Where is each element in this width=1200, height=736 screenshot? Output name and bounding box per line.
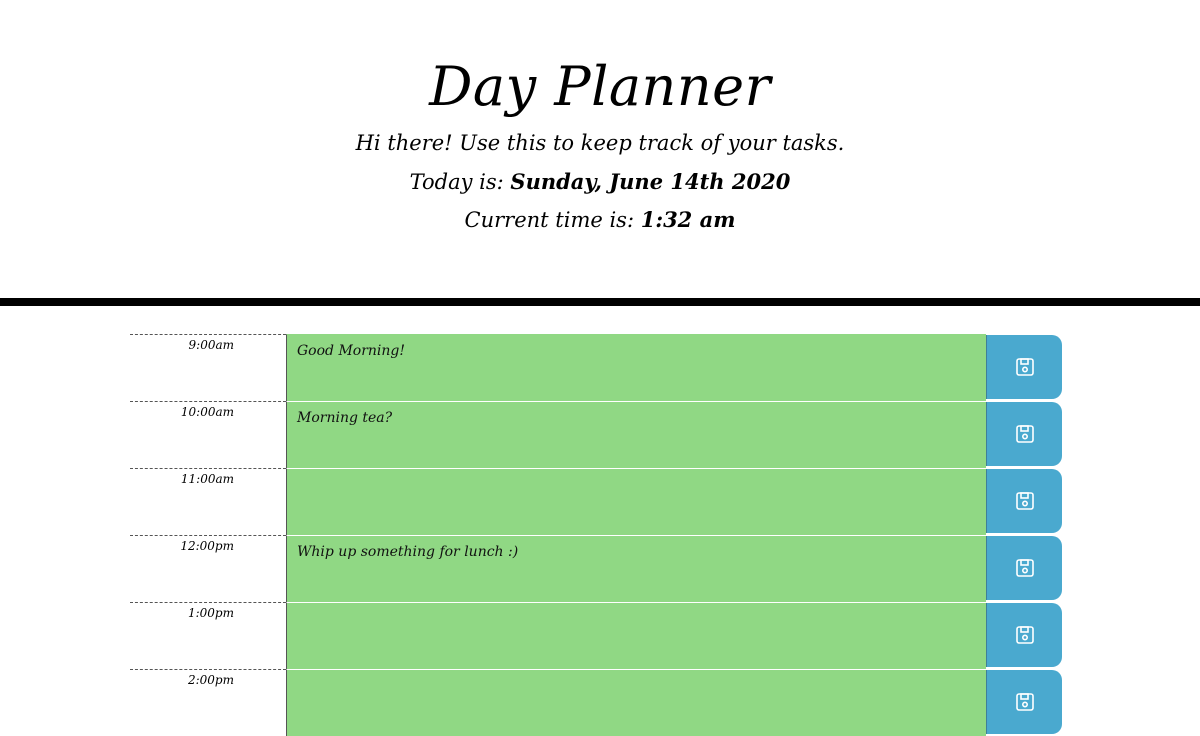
- save-button[interactable]: [986, 536, 1062, 600]
- save-button[interactable]: [986, 603, 1062, 667]
- hour-label: 2:00pm: [130, 669, 286, 735]
- hour-label: 1:00pm: [130, 602, 286, 668]
- save-button[interactable]: [986, 469, 1062, 533]
- planner: 9:00am Good Morning! 10:00am Morning tea…: [130, 334, 1062, 736]
- time-block-row: 2:00pm: [130, 669, 1062, 736]
- floppy-disk-icon: [1015, 492, 1034, 510]
- task-input[interactable]: Morning tea?: [286, 401, 986, 468]
- time-block-row: 11:00am: [130, 468, 1062, 535]
- page-title: Day Planner: [429, 55, 771, 118]
- hour-label: 12:00pm: [130, 535, 286, 601]
- hour-label: 10:00am: [130, 401, 286, 467]
- date-value: Sunday, June 14th 2020: [510, 169, 791, 194]
- floppy-disk-icon: [1015, 559, 1034, 577]
- header: Day Planner Hi there! Use this to keep t…: [0, 0, 1200, 298]
- current-date: Today is: Sunday, June 14th 2020: [0, 168, 1200, 196]
- task-input[interactable]: Good Morning!: [286, 334, 986, 401]
- floppy-disk-icon: [1015, 626, 1034, 644]
- date-prefix: Today is:: [409, 170, 511, 194]
- floppy-disk-icon: [1015, 693, 1034, 711]
- save-button[interactable]: [986, 402, 1062, 466]
- current-time: Current time is: 1:32 am: [0, 206, 1200, 234]
- hour-label: 11:00am: [130, 468, 286, 534]
- time-prefix: Current time is:: [464, 208, 641, 232]
- time-block-row: 10:00am Morning tea?: [130, 401, 1062, 468]
- intro-text: Hi there! Use this to keep track of your…: [355, 131, 845, 155]
- hour-label: 9:00am: [130, 334, 286, 400]
- save-button[interactable]: [986, 335, 1062, 399]
- time-block-row: 12:00pm Whip up something for lunch :): [130, 535, 1062, 602]
- header-divider: [0, 298, 1200, 306]
- time-value: 1:32 am: [640, 207, 736, 232]
- time-block-row: 9:00am Good Morning!: [130, 334, 1062, 401]
- task-input[interactable]: Whip up something for lunch :): [286, 535, 986, 602]
- task-input[interactable]: [286, 602, 986, 669]
- floppy-disk-icon: [1015, 425, 1034, 443]
- time-block-row: 1:00pm: [130, 602, 1062, 669]
- save-button[interactable]: [986, 670, 1062, 734]
- floppy-disk-icon: [1015, 358, 1034, 376]
- task-input[interactable]: [286, 468, 986, 535]
- task-input[interactable]: [286, 669, 986, 736]
